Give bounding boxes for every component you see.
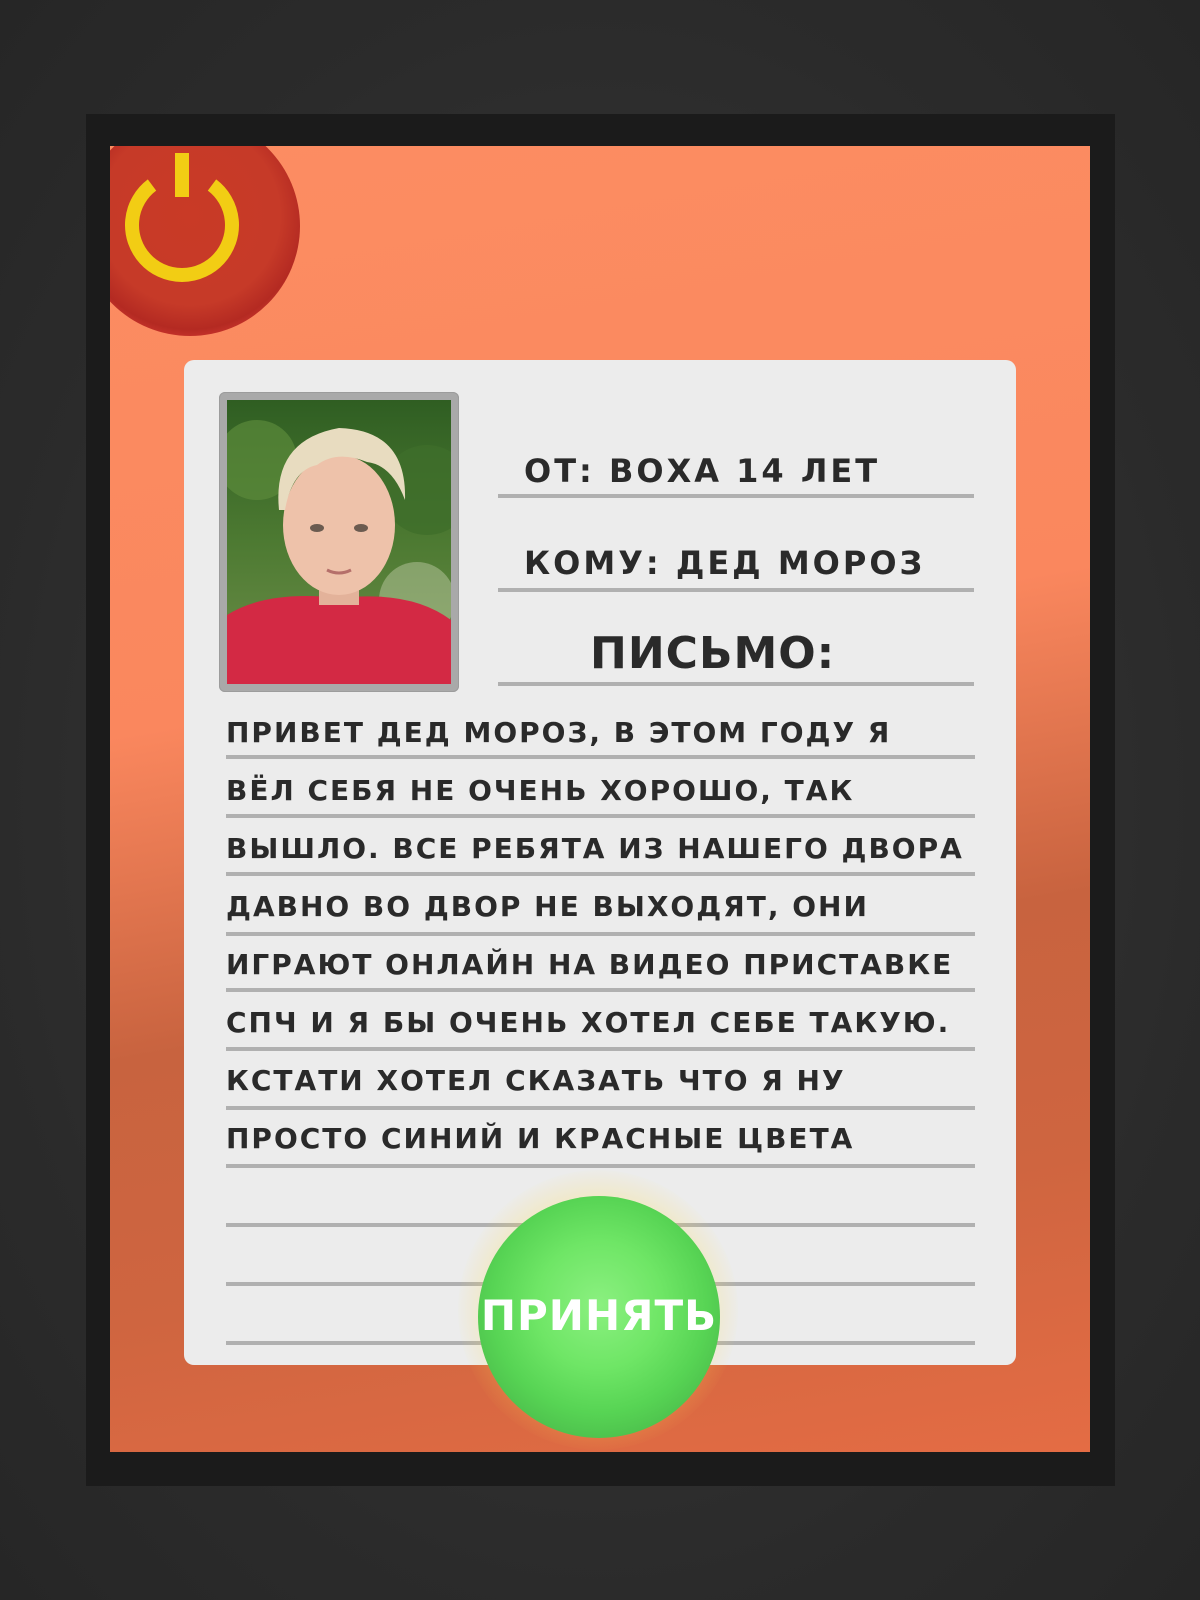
power-icon	[125, 153, 239, 282]
accept-button-label: ПРИНЯТЬ	[480, 1290, 718, 1340]
line-rule	[226, 932, 975, 936]
letter-title: ПИСЬМО:	[590, 628, 836, 679]
letter-line: ДАВНО ВО ДВОР НЕ ВЫХОДЯТ, ОНИ	[226, 890, 869, 923]
letter-line: ПРОСТО СИНИЙ И КРАСНЫЕ ЦВЕТА	[226, 1122, 855, 1155]
line-rule	[226, 755, 975, 759]
sender-photo	[219, 392, 459, 692]
line-rule	[226, 1106, 975, 1110]
accept-button[interactable]: ПРИНЯТЬ	[478, 1196, 720, 1438]
to-field: КОМУ: ДЕД МОРОЗ	[524, 544, 926, 582]
from-field: ОТ: ВОХА 14 ЛЕТ	[524, 452, 881, 490]
to-rule	[498, 588, 974, 592]
letter-line: ПРИВЕТ ДЕД МОРОЗ, В ЭТОМ ГОДУ Я	[226, 716, 892, 749]
letter-line: ВЁЛ СЕБЯ НЕ ОЧЕНЬ ХОРОШО, ТАК	[226, 774, 855, 807]
letter-line: ИГРАЮТ ОНЛАЙН НА ВИДЕО ПРИСТАВКЕ	[226, 948, 954, 981]
from-rule	[498, 494, 974, 498]
letter-line: ВЫШЛО. ВСЕ РЕБЯТА ИЗ НАШЕГО ДВОРА	[226, 832, 964, 865]
letter-line: КСТАТИ ХОТЕЛ СКАЗАТЬ ЧТО Я НУ	[226, 1064, 846, 1097]
line-rule	[226, 1047, 975, 1051]
power-button[interactable]	[110, 146, 300, 336]
title-rule	[498, 682, 974, 686]
line-rule	[226, 814, 975, 818]
line-rule	[226, 872, 975, 876]
line-rule	[226, 1164, 975, 1168]
line-rule	[226, 988, 975, 992]
letter-line: СПЧ И Я БЫ ОЧЕНЬ ХОТЕЛ СЕБЕ ТАКУЮ.	[226, 1006, 951, 1039]
